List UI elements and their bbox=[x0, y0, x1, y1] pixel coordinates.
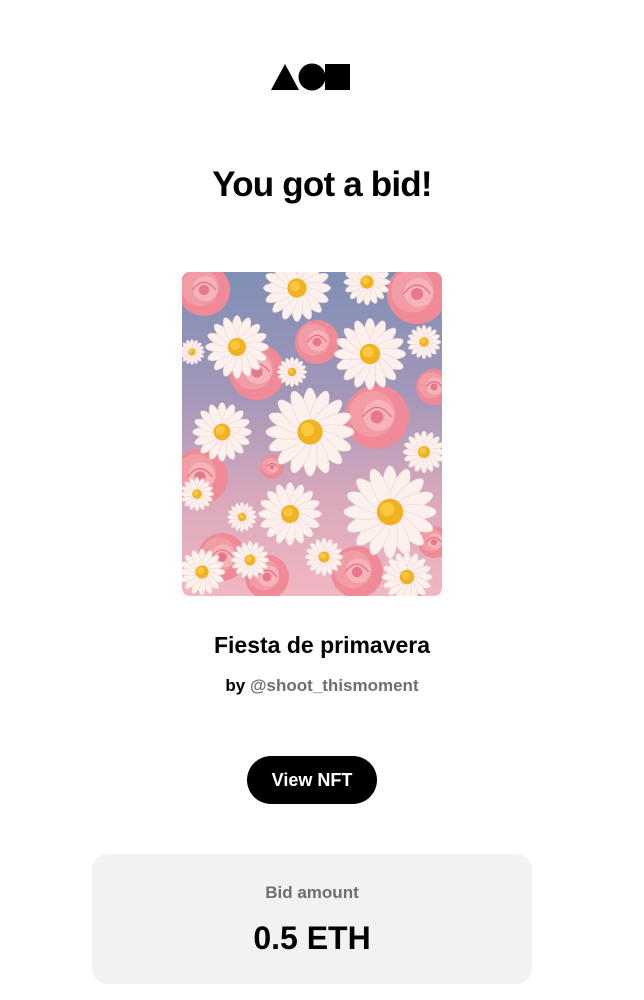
page-title: You got a bid! bbox=[212, 165, 432, 204]
brand-logo-icon bbox=[271, 62, 352, 92]
view-nft-button[interactable]: View NFT bbox=[247, 756, 377, 804]
flower-artwork-icon bbox=[182, 272, 442, 596]
nft-name: Fiesta de primavera bbox=[213, 632, 431, 658]
by-label: by bbox=[225, 676, 246, 695]
creator-handle-link[interactable]: @shoot_thismoment bbox=[250, 676, 419, 695]
bid-amount-value: 0.5 ETH bbox=[253, 920, 371, 956]
bid-amount-label: Bid amount bbox=[265, 883, 359, 902]
creator-line: by @shoot_thismoment bbox=[0, 675, 644, 697]
nft-artwork-image[interactable] bbox=[182, 272, 442, 596]
bid-amount-card: Bid amount 0.5 ETH bbox=[92, 854, 532, 984]
